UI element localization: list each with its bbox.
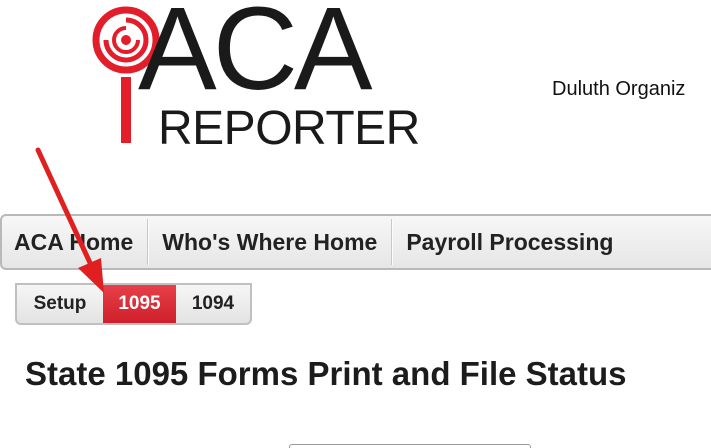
logo-reporter-text: REPORTER (158, 102, 420, 155)
sub-nav: Setup 1095 1094 (15, 283, 252, 325)
subnav-item-setup[interactable]: Setup (17, 285, 103, 323)
aca-reporter-logo[interactable]: ACA REPORTER (88, 0, 428, 155)
organization-name: Duluth Organiz (552, 78, 686, 100)
nav-item-aca-home[interactable]: ACA Home (2, 219, 149, 265)
page-title: State 1095 Forms Print and File Status (25, 355, 627, 392)
subnav-item-1095[interactable]: 1095 (103, 285, 176, 323)
nav-item-whos-where-home[interactable]: Who's Where Home (148, 219, 393, 265)
partial-input-box[interactable] (289, 444, 531, 448)
main-nav: ACA Home Who's Where Home Payroll Proces… (0, 214, 711, 270)
subnav-item-1094[interactable]: 1094 (176, 285, 250, 323)
logo-aca-text: ACA (138, 0, 373, 115)
page: ACA REPORTER Duluth Organiz ACA Home Who… (0, 0, 711, 448)
nav-item-payroll-processing[interactable]: Payroll Processing (392, 219, 627, 265)
